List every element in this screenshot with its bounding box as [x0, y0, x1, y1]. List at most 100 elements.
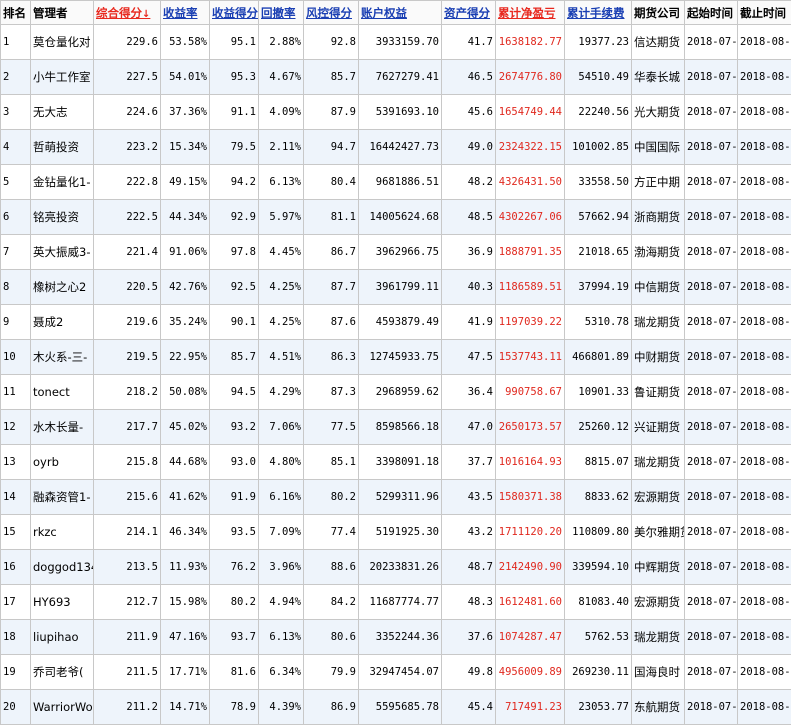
return-rate-cell: 11.93% — [161, 550, 210, 585]
net-profit-cell: 1074287.47 — [496, 620, 565, 655]
net-profit-cell: 4956009.89 — [496, 655, 565, 690]
equity-cell: 3352244.36 — [359, 620, 442, 655]
company-cell: 华泰长城 — [632, 60, 685, 95]
table-row: 15rkzc214.146.34%93.57.09%77.45191925.30… — [1, 515, 791, 550]
col-fees-sort[interactable]: 累计手续费 — [565, 1, 632, 25]
end-date-cell: 2018-08-22 — [738, 480, 791, 515]
total-score-cell: 229.6 — [94, 25, 161, 60]
drawdown-cell: 2.11% — [259, 130, 304, 165]
asset-score-cell: 48.7 — [442, 550, 496, 585]
return-score-cell: 91.1 — [210, 95, 259, 130]
manager-cell: tonect — [31, 375, 94, 410]
rank-cell: 16 — [1, 550, 31, 585]
risk-score-cell: 85.1 — [304, 445, 359, 480]
equity-cell: 5299311.96 — [359, 480, 442, 515]
col-total-score-sort[interactable]: 综合得分↓ — [94, 1, 161, 25]
end-date-cell: 2018-08-22 — [738, 130, 791, 165]
table-row: 3无大志224.637.36%91.14.09%87.95391693.1045… — [1, 95, 791, 130]
equity-cell: 32947454.07 — [359, 655, 442, 690]
manager-cell: 铭亮投资 — [31, 200, 94, 235]
drawdown-cell: 4.39% — [259, 690, 304, 725]
net-profit-cell: 4326431.50 — [496, 165, 565, 200]
asset-score-cell: 37.7 — [442, 445, 496, 480]
table-row: 10木火系-三-219.522.95%85.74.51%86.312745933… — [1, 340, 791, 375]
equity-cell: 20233831.26 — [359, 550, 442, 585]
asset-score-cell: 48.3 — [442, 585, 496, 620]
rank-cell: 13 — [1, 445, 31, 480]
asset-score-cell: 46.5 — [442, 60, 496, 95]
start-date-cell: 2018-07-02 — [685, 585, 738, 620]
total-score-cell: 217.7 — [94, 410, 161, 445]
risk-score-cell: 84.2 — [304, 585, 359, 620]
drawdown-cell: 3.96% — [259, 550, 304, 585]
table-row: 14融森资管1-215.641.62%91.96.16%80.25299311.… — [1, 480, 791, 515]
table-row: 19乔司老爷(211.517.71%81.66.34%79.932947454.… — [1, 655, 791, 690]
total-score-cell: 220.5 — [94, 270, 161, 305]
start-date-cell: 2018-07-02 — [685, 25, 738, 60]
end-date-cell: 2018-08-22 — [738, 60, 791, 95]
net-profit-cell: 1638182.77 — [496, 25, 565, 60]
rank-cell: 15 — [1, 515, 31, 550]
asset-score-cell: 49.8 — [442, 655, 496, 690]
fees-cell: 10901.33 — [565, 375, 632, 410]
risk-score-cell: 79.9 — [304, 655, 359, 690]
company-cell: 国海良时 — [632, 655, 685, 690]
col-return-rate-sort[interactable]: 收益率 — [161, 1, 210, 25]
net-profit-cell: 1711120.20 — [496, 515, 565, 550]
return-score-cell: 92.5 — [210, 270, 259, 305]
company-cell: 信达期货 — [632, 25, 685, 60]
asset-score-cell: 41.7 — [442, 25, 496, 60]
rank-cell: 14 — [1, 480, 31, 515]
manager-cell: 橡树之心2 — [31, 270, 94, 305]
end-date-cell: 2018-08-22 — [738, 235, 791, 270]
fees-cell: 81083.40 — [565, 585, 632, 620]
risk-score-cell: 86.7 — [304, 235, 359, 270]
fees-cell: 22240.56 — [565, 95, 632, 130]
total-score-cell: 222.5 — [94, 200, 161, 235]
return-score-cell: 94.2 — [210, 165, 259, 200]
equity-cell: 3398091.18 — [359, 445, 442, 480]
company-cell: 浙商期货 — [632, 200, 685, 235]
return-score-cell: 90.1 — [210, 305, 259, 340]
return-rate-cell: 15.98% — [161, 585, 210, 620]
manager-cell: doggod134 — [31, 550, 94, 585]
col-net-profit-sort[interactable]: 累计净盈亏 — [496, 1, 565, 25]
manager-cell: 金钻量化1- — [31, 165, 94, 200]
asset-score-cell: 43.2 — [442, 515, 496, 550]
risk-score-cell: 80.2 — [304, 480, 359, 515]
end-date-cell: 2018-08-22 — [738, 340, 791, 375]
col-return-score-sort[interactable]: 收益得分 — [210, 1, 259, 25]
return-score-cell: 76.2 — [210, 550, 259, 585]
end-date-cell: 2018-08-22 — [738, 200, 791, 235]
equity-cell: 5595685.78 — [359, 690, 442, 725]
drawdown-cell: 4.25% — [259, 270, 304, 305]
col-equity-sort[interactable]: 账户权益 — [359, 1, 442, 25]
table-row: 13oyrb215.844.68%93.04.80%85.13398091.18… — [1, 445, 791, 480]
start-date-cell: 2018-07-02 — [685, 60, 738, 95]
col-risk-score-sort[interactable]: 风控得分 — [304, 1, 359, 25]
drawdown-cell: 7.06% — [259, 410, 304, 445]
col-asset-score-sort[interactable]: 资产得分 — [442, 1, 496, 25]
company-cell: 鲁证期货 — [632, 375, 685, 410]
equity-cell: 7627279.41 — [359, 60, 442, 95]
total-score-cell: 212.7 — [94, 585, 161, 620]
start-date-cell: 2018-07-02 — [685, 235, 738, 270]
rank-cell: 11 — [1, 375, 31, 410]
company-cell: 兴证期货 — [632, 410, 685, 445]
table-row: 1莫仓量化对229.653.58%95.12.88%92.83933159.70… — [1, 25, 791, 60]
net-profit-cell: 1580371.38 — [496, 480, 565, 515]
net-profit-cell: 1654749.44 — [496, 95, 565, 130]
end-date-cell: 2018-08-22 — [738, 165, 791, 200]
col-drawdown-sort[interactable]: 回撤率 — [259, 1, 304, 25]
end-date-cell: 2018-08-22 — [738, 690, 791, 725]
end-date-cell: 2018-08-22 — [738, 410, 791, 445]
equity-cell: 12745933.75 — [359, 340, 442, 375]
equity-cell: 11687774.77 — [359, 585, 442, 620]
return-score-cell: 91.9 — [210, 480, 259, 515]
drawdown-cell: 6.16% — [259, 480, 304, 515]
fees-cell: 54510.49 — [565, 60, 632, 95]
net-profit-cell: 1186589.51 — [496, 270, 565, 305]
rank-cell: 9 — [1, 305, 31, 340]
fees-cell: 57662.94 — [565, 200, 632, 235]
return-rate-cell: 54.01% — [161, 60, 210, 95]
